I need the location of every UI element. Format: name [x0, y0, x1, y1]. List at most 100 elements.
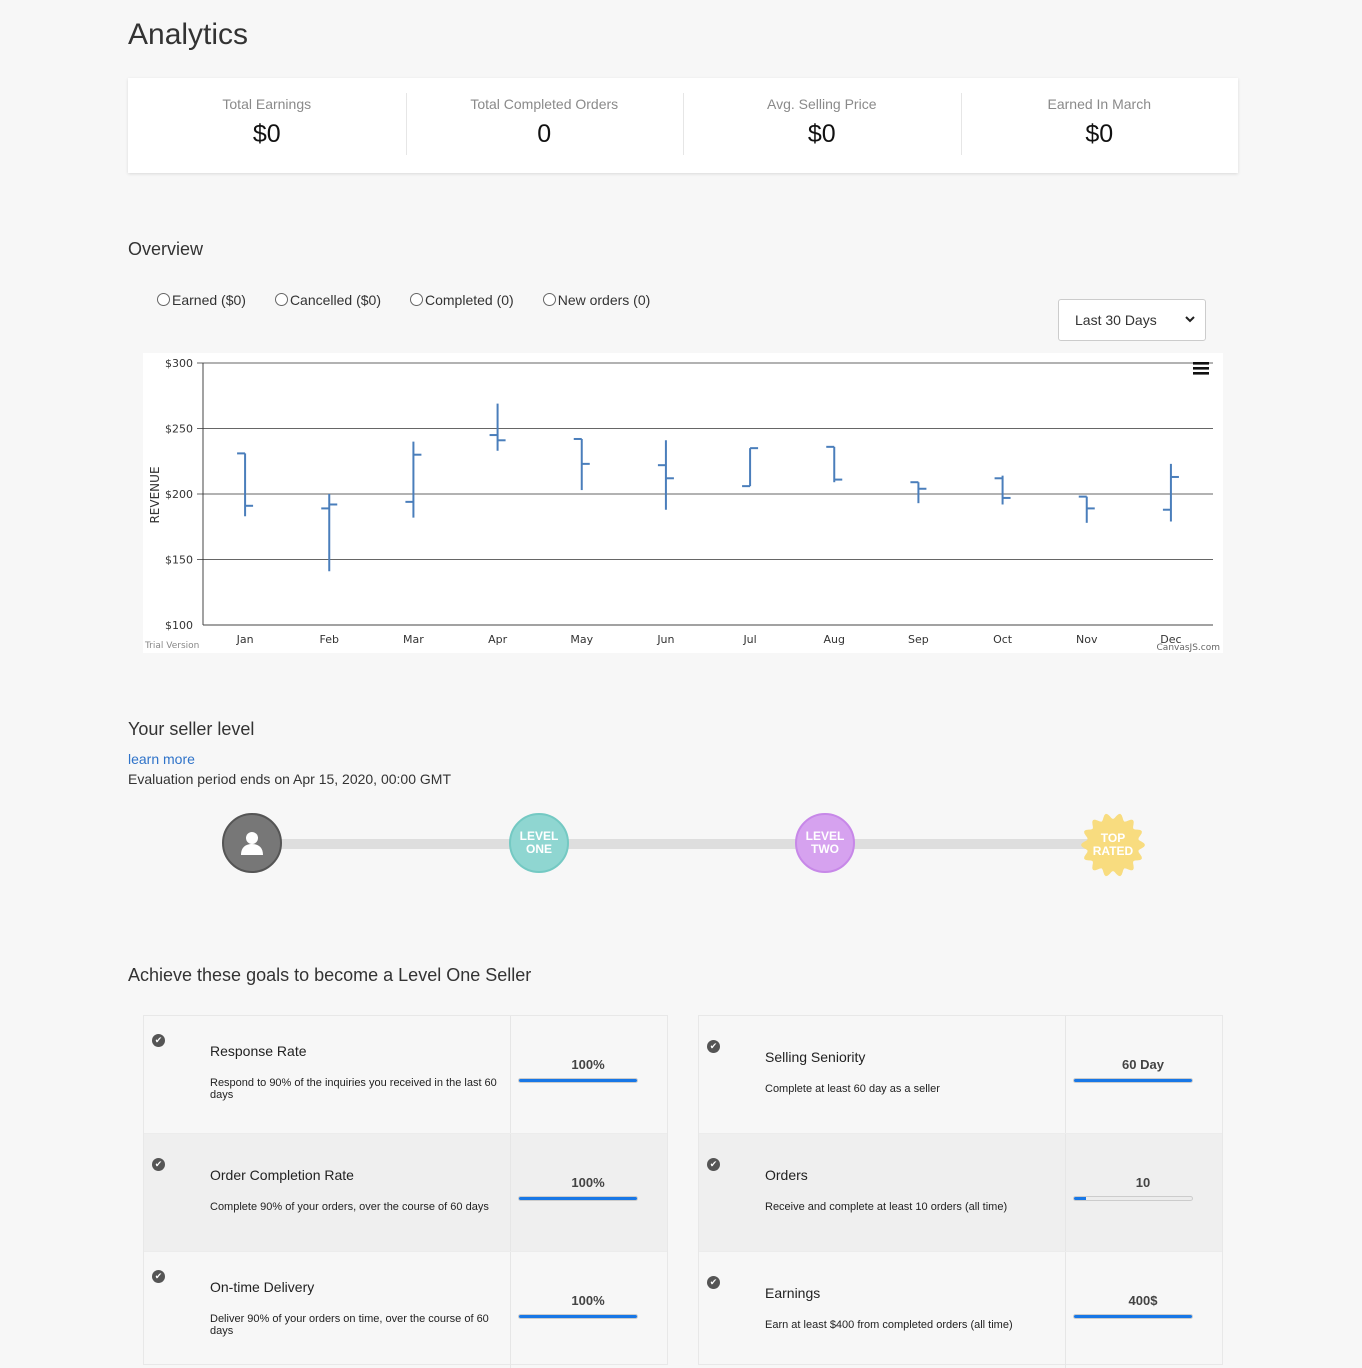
check-circle-icon: ✔: [152, 1270, 165, 1283]
ohlc-bar[interactable]: [1078, 495, 1095, 523]
badge-line: ONE: [525, 842, 552, 856]
level-progress-track: [253, 839, 1113, 849]
badge-line: LEVEL: [805, 829, 845, 843]
radio-button[interactable]: [274, 292, 288, 306]
filter-earned[interactable]: Earned ($0): [157, 292, 246, 308]
date-range-select[interactable]: Last 30 Days: [1058, 299, 1206, 341]
ohlc-bar[interactable]: [994, 475, 1011, 505]
ohlc-bar[interactable]: [826, 445, 843, 483]
stat-value: 0: [537, 120, 552, 148]
goals-title: Achieve these goals to become a Level On…: [128, 965, 532, 985]
x-tick-label: Oct: [993, 633, 1013, 646]
filter-label: Cancelled ($0): [289, 292, 381, 308]
radio-button[interactable]: [542, 292, 556, 306]
stat-value: $0: [1085, 120, 1114, 148]
x-tick-label: Jun: [656, 633, 674, 646]
stat-total-earnings: Total Earnings $0: [128, 78, 406, 173]
progress-fill: [519, 1197, 637, 1200]
x-tick-label: Nov: [1076, 633, 1098, 646]
goal-description: Deliver 90% of your orders on time, over…: [210, 1313, 489, 1337]
date-range-value: Last 30 Days: [1075, 312, 1157, 328]
filter-new-orders[interactable]: New orders (0): [542, 292, 651, 308]
filter-cancelled[interactable]: Cancelled ($0): [274, 292, 381, 308]
check-circle-icon: ✔: [152, 1158, 165, 1171]
level-one-badge: LEVEL ONE: [509, 813, 569, 873]
stat-label: Avg. Selling Price: [767, 96, 877, 112]
goal-description: Receive and complete at least 10 orders …: [765, 1201, 1008, 1213]
top-rated-badge: TOP RATED: [1081, 813, 1145, 877]
goal-response-rate: ✔ Response Rate Respond to 90% of the in…: [144, 1016, 667, 1134]
goal-progress-bar: [1073, 1314, 1193, 1319]
filter-label: Earned ($0): [172, 292, 246, 308]
overview-filters: Earned ($0) Cancelled ($0) Completed (0)…: [157, 292, 679, 308]
divider: [510, 1134, 511, 1251]
ohlc-bar[interactable]: [742, 447, 759, 488]
goal-value: 100%: [571, 1175, 605, 1190]
goal-value: 100%: [571, 1057, 605, 1072]
chart-menu-icon[interactable]: [1193, 362, 1209, 375]
filter-completed[interactable]: Completed (0): [410, 292, 514, 308]
goal-selling-seniority: ✔ Selling Seniority Complete at least 60…: [699, 1016, 1222, 1134]
check-circle-icon: ✔: [707, 1040, 720, 1053]
x-tick-label: Jan: [236, 633, 254, 646]
x-tick-label: Jul: [742, 633, 756, 646]
ohlc-bar[interactable]: [910, 481, 927, 504]
learn-more-link[interactable]: learn more: [128, 751, 195, 767]
ohlc-bar[interactable]: [489, 403, 506, 451]
progress-fill: [1074, 1079, 1192, 1082]
goal-value: 60 Day: [1122, 1057, 1164, 1072]
divider: [510, 1252, 511, 1368]
x-tick-label: Apr: [488, 633, 508, 646]
divider: [1065, 1134, 1066, 1251]
goal-on-time-delivery: ✔ On-time Delivery Deliver 90% of your o…: [144, 1252, 667, 1368]
goal-progress-bar: [1073, 1078, 1193, 1083]
goals-column-left: ✔ Response Rate Respond to 90% of the in…: [143, 1015, 668, 1368]
goal-title: Earnings: [765, 1285, 821, 1301]
goal-value: 400$: [1128, 1293, 1158, 1308]
goal-value: 10: [1135, 1175, 1151, 1190]
goal-description: Complete 90% of your orders, over the co…: [210, 1201, 489, 1213]
check-circle-icon: ✔: [152, 1034, 165, 1047]
goal-title: Orders: [765, 1167, 808, 1183]
goal-title: On-time Delivery: [210, 1279, 315, 1295]
canvasjs-credit[interactable]: CanvasJS.com: [1157, 643, 1220, 653]
goal-order-completion-rate: ✔ Order Completion Rate Complete 90% of …: [144, 1134, 667, 1252]
ohlc-bar[interactable]: [237, 452, 254, 517]
goal-description: Complete at least 60 day as a seller: [765, 1083, 940, 1095]
y-axis-label: REVENUE: [148, 466, 162, 523]
goal-title: Order Completion Rate: [210, 1167, 354, 1183]
divider: [510, 1016, 511, 1133]
goal-progress-bar: [518, 1078, 638, 1083]
radio-button[interactable]: [410, 292, 423, 306]
stat-label: Earned In March: [1047, 96, 1152, 112]
stats-card: Total Earnings $0 Total Completed Orders…: [128, 78, 1238, 173]
progress-fill: [519, 1079, 637, 1082]
ohlc-bar[interactable]: [405, 441, 422, 518]
x-tick-label: Feb: [320, 633, 339, 646]
goal-orders: ✔ Orders Receive and complete at least 1…: [699, 1134, 1222, 1252]
goal-value: 100%: [571, 1293, 605, 1308]
overview-title: Overview: [128, 239, 204, 259]
goal-description: Respond to 90% of the inquiries you rece…: [210, 1077, 497, 1101]
page-title: Analytics: [128, 18, 249, 51]
goal-description: Earn at least $400 from completed orders…: [765, 1319, 1013, 1331]
x-tick-label: Aug: [824, 633, 845, 646]
seller-level-title: Your seller level: [128, 719, 255, 739]
filter-label: New orders (0): [557, 292, 651, 308]
progress-fill: [519, 1315, 637, 1318]
level-two-badge: LEVEL TWO: [795, 813, 855, 873]
ohlc-bar[interactable]: [1162, 463, 1179, 522]
badge-line: LEVEL: [519, 829, 559, 843]
x-tick-label: Mar: [403, 633, 424, 646]
divider: [1065, 1252, 1066, 1368]
radio-button[interactable]: [157, 292, 170, 306]
stat-label: Total Completed Orders: [470, 96, 619, 112]
stat-total-completed-orders: Total Completed Orders 0: [405, 78, 684, 173]
stat-avg-selling-price: Avg. Selling Price $0: [683, 78, 961, 173]
y-tick-label: $150: [165, 554, 193, 567]
current-seller-avatar: [222, 813, 282, 873]
ohlc-bar[interactable]: [657, 440, 674, 510]
ohlc-bar[interactable]: [573, 437, 590, 491]
goal-title: Response Rate: [210, 1043, 307, 1059]
goal-progress-bar: [518, 1196, 638, 1201]
